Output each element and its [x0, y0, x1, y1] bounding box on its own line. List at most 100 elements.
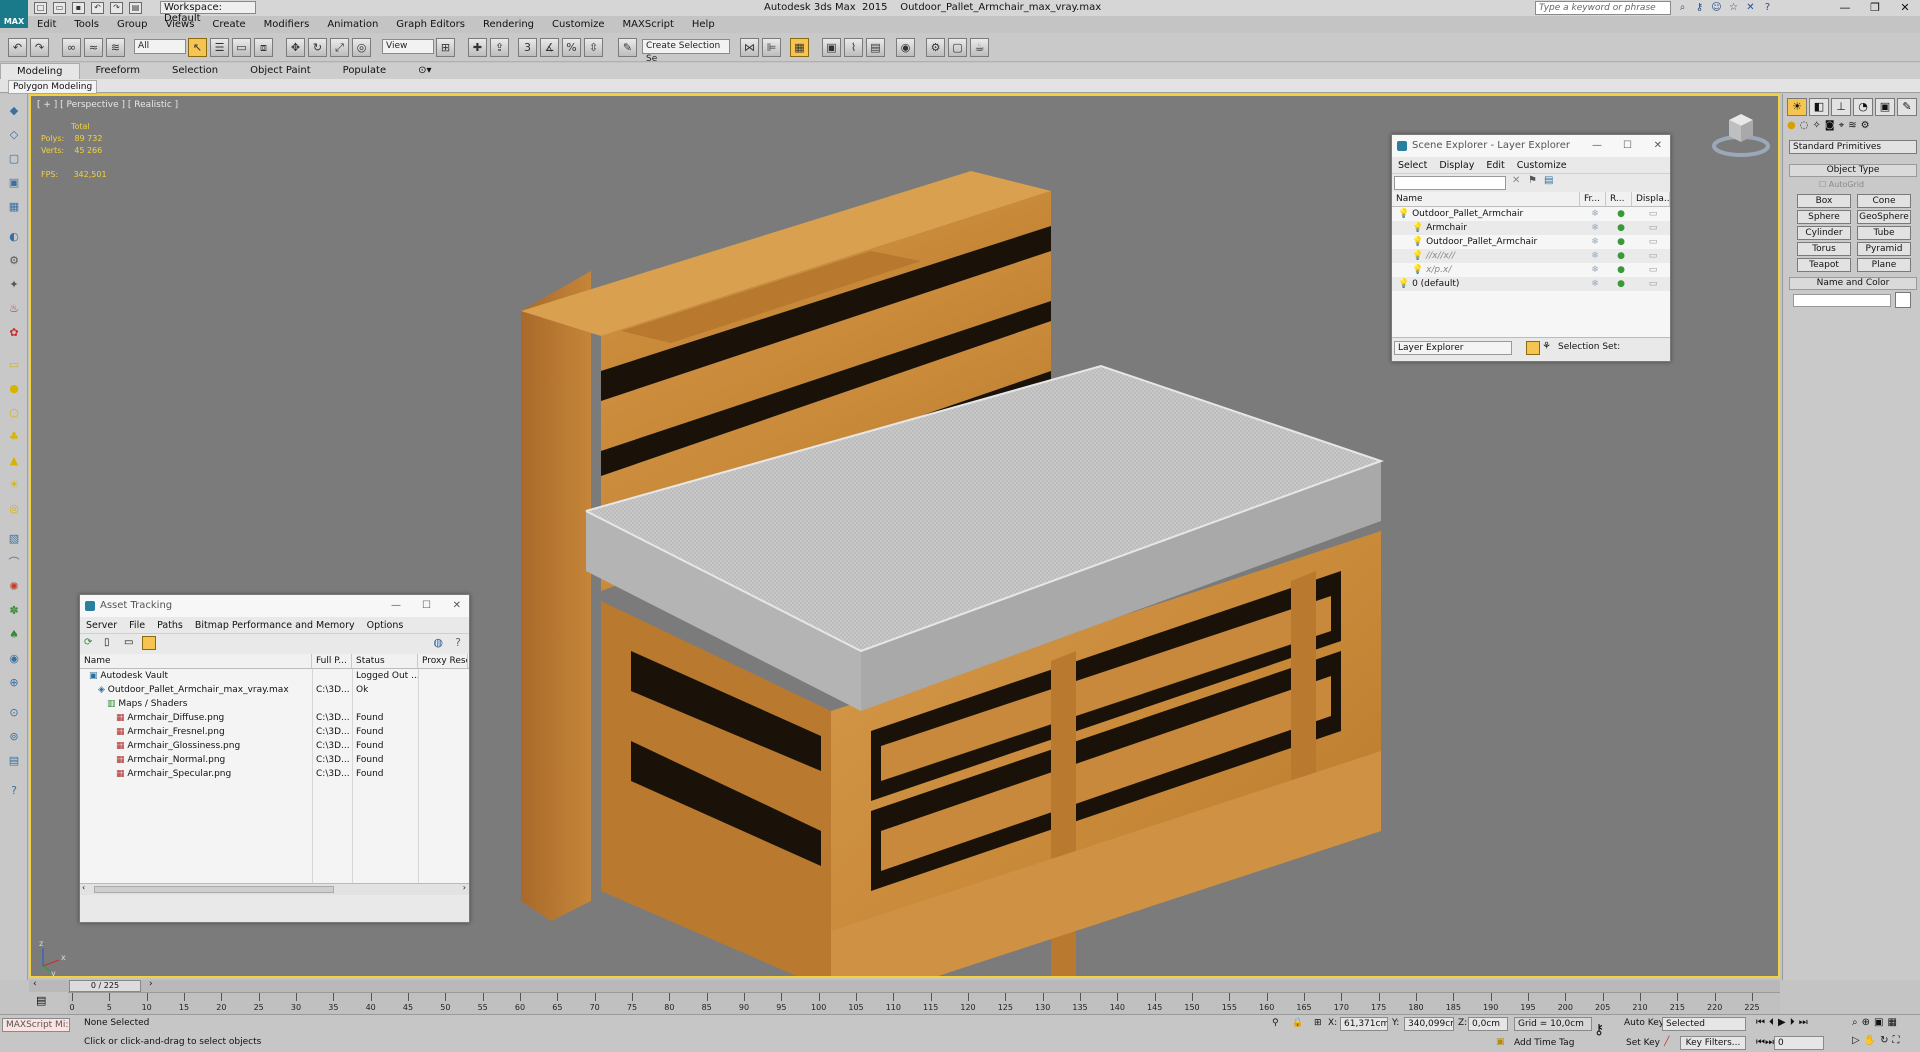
lights-icon[interactable]: ✧: [1812, 120, 1820, 131]
percent-snap-icon[interactable]: %: [562, 38, 581, 57]
tab-freeform[interactable]: Freeform: [80, 63, 157, 79]
sphere-primitive-icon[interactable]: ●: [5, 380, 23, 397]
scroll-thumb[interactable]: [94, 886, 334, 893]
foliage-icon[interactable]: ✽: [5, 602, 23, 619]
freeze-icon[interactable]: ❄: [1580, 221, 1606, 235]
curve-editor-icon[interactable]: ⌇: [844, 38, 863, 57]
menu-help[interactable]: Help: [683, 17, 724, 33]
menu-rendering[interactable]: Rendering: [474, 17, 543, 33]
render-icon[interactable]: ●: [1606, 277, 1632, 291]
table-view-icon[interactable]: ▭: [124, 637, 133, 648]
create-torus-button[interactable]: Torus: [1797, 242, 1851, 256]
layer-row[interactable]: 💡 0 (default) ❄ ● ▭: [1392, 277, 1670, 291]
asset-row[interactable]: ▦ Armchair_Normal.png C:\3D... Found: [80, 753, 469, 767]
create-cylinder-button[interactable]: Cylinder: [1797, 226, 1851, 240]
zoom-all-icon[interactable]: ⊕: [1862, 1017, 1870, 1028]
space-warp-icon[interactable]: ▤: [5, 752, 23, 769]
asset-tracking-window[interactable]: Asset Tracking — ☐ ✕ Server File Paths Bitm…: [79, 594, 470, 923]
close-icon[interactable]: ✕: [1890, 0, 1920, 16]
mirror-icon[interactable]: ⋈: [740, 38, 759, 57]
menu-views[interactable]: Views: [156, 17, 203, 33]
freeze-icon[interactable]: ❄: [1580, 207, 1606, 221]
go-to-end-icon[interactable]: ⏭: [1799, 1017, 1808, 1028]
tab-populate[interactable]: Populate: [327, 63, 402, 79]
minimize-icon[interactable]: —: [1592, 135, 1602, 157]
systems-icon[interactable]: ⚙: [1861, 120, 1870, 131]
render-icon[interactable]: ●: [1606, 263, 1632, 277]
prev-frame-icon[interactable]: ‹: [33, 979, 37, 989]
menu-group[interactable]: Group: [108, 17, 156, 33]
set-key-button[interactable]: Set Key: [1626, 1036, 1660, 1050]
utilities-tab-icon[interactable]: ✎: [1897, 98, 1917, 116]
menu-tools[interactable]: Tools: [65, 17, 108, 33]
at-col-2[interactable]: Status: [352, 654, 418, 668]
at-menu-bitmap-performance-and-memory[interactable]: Bitmap Performance and Memory: [189, 617, 361, 633]
at-menu-paths[interactable]: Paths: [151, 617, 189, 633]
light-bulb-icon[interactable]: 💡: [1398, 209, 1412, 219]
x-coord-field[interactable]: 61,371cm: [1340, 1017, 1388, 1031]
menu-modifiers[interactable]: Modifiers: [255, 17, 319, 33]
create-teapot-button[interactable]: Teapot: [1797, 258, 1851, 272]
box-primitive-icon[interactable]: ▭: [5, 356, 23, 373]
edit-named-selection-icon[interactable]: ✎: [618, 38, 637, 57]
viewport-label[interactable]: [ + ] [ Perspective ] [ Realistic ]: [37, 100, 178, 110]
se-col-3[interactable]: Displa...: [1632, 192, 1670, 206]
rotate-icon[interactable]: ↻: [308, 38, 327, 57]
maximize-icon[interactable]: ☐: [422, 595, 431, 617]
orbit-icon[interactable]: ↻: [1880, 1035, 1888, 1046]
cone-primitive-icon[interactable]: ▲: [5, 452, 23, 469]
viewcube[interactable]: [1711, 106, 1771, 158]
se-menu-customize[interactable]: Customize: [1511, 157, 1573, 173]
select-by-name-icon[interactable]: ☰: [210, 38, 229, 57]
layer-toggle-icon[interactable]: [1526, 341, 1540, 355]
vault-icon[interactable]: ◍: [433, 636, 443, 649]
track-bar[interactable]: 0 5 10 15 20 25 30 35 40 45 50 55 60 65 70 75 80 85 90 95 10…: [68, 992, 1780, 1014]
exchange-icon[interactable]: ✕: [1744, 1, 1757, 14]
redo-icon[interactable]: ↷: [110, 2, 123, 14]
unlink-icon[interactable]: ≈: [84, 38, 103, 57]
asset-row[interactable]: ▦ Armchair_Fresnel.png C:\3D... Found: [80, 725, 469, 739]
se-menu-edit[interactable]: Edit: [1480, 157, 1510, 173]
display-icon[interactable]: ▭: [1632, 249, 1670, 263]
gear-icon[interactable]: ⚙: [5, 252, 23, 269]
snaps-toggle-icon[interactable]: 3: [518, 38, 537, 57]
selection-filter-dropdown[interactable]: All: [134, 39, 186, 54]
undo-icon[interactable]: ↶: [8, 38, 27, 57]
key-mode-toggle-icon[interactable]: ⏮⏭: [1756, 1037, 1774, 1048]
scroll-left-icon[interactable]: ‹: [82, 883, 85, 892]
lock-selection-icon[interactable]: ⚲: [1272, 1016, 1279, 1030]
asset-row[interactable]: ▦ Armchair_Diffuse.png C:\3D... Found: [80, 711, 469, 725]
autogrid-checkbox[interactable]: ☐ AutoGrid: [1819, 180, 1864, 189]
cameras-icon[interactable]: ◙: [1825, 120, 1835, 131]
mini-curve-editor-icon[interactable]: ▤: [36, 994, 46, 1007]
pallet-armchair-model[interactable]: [501, 131, 1401, 978]
time-tag-icon[interactable]: ▣: [1496, 1035, 1505, 1049]
bind-spacewarp-icon[interactable]: ≋: [106, 38, 125, 57]
select-manipulate-icon[interactable]: ✚: [468, 38, 487, 57]
render-icon[interactable]: ●: [1606, 221, 1632, 235]
z-coord-field[interactable]: 0,0cm: [1468, 1017, 1508, 1031]
named-selection-set-dropdown[interactable]: Create Selection Se: [642, 39, 730, 64]
orbit-icon[interactable]: ⊙: [5, 704, 23, 721]
field-of-view-icon[interactable]: ▷: [1852, 1035, 1860, 1046]
maxscript-listener-field[interactable]: MAXScript Mi:: [2, 1018, 70, 1032]
object-type-rollout[interactable]: Object Type: [1789, 164, 1917, 177]
next-key-icon[interactable]: ⏵: [1790, 1017, 1795, 1028]
asset-row[interactable]: ▣ Autodesk Vault Logged Out ...: [80, 669, 469, 683]
zoom-icon[interactable]: ⌕: [1852, 1017, 1858, 1028]
display-icon[interactable]: ▭: [1632, 221, 1670, 235]
pan-icon[interactable]: ✋: [1864, 1035, 1876, 1046]
rect-selection-icon[interactable]: ▭: [232, 38, 251, 57]
key-filters-button[interactable]: Key Filters...: [1680, 1036, 1746, 1050]
explorer-mode-dropdown[interactable]: Layer Explorer: [1394, 341, 1512, 355]
find-icon[interactable]: ⚑: [1528, 175, 1537, 186]
light-icon[interactable]: ◐: [5, 228, 23, 245]
render-icon[interactable]: ●: [1606, 249, 1632, 263]
se-menu-display[interactable]: Display: [1433, 157, 1480, 173]
wrench-icon[interactable]: ✦: [5, 276, 23, 293]
at-menu-options[interactable]: Options: [361, 617, 410, 633]
search-input[interactable]: Type a keyword or phrase: [1535, 1, 1671, 15]
keyboard-shortcut-icon[interactable]: ⇪: [490, 38, 509, 57]
reference-coordinate-dropdown[interactable]: View: [382, 39, 434, 54]
render-icon[interactable]: ●: [1606, 207, 1632, 221]
